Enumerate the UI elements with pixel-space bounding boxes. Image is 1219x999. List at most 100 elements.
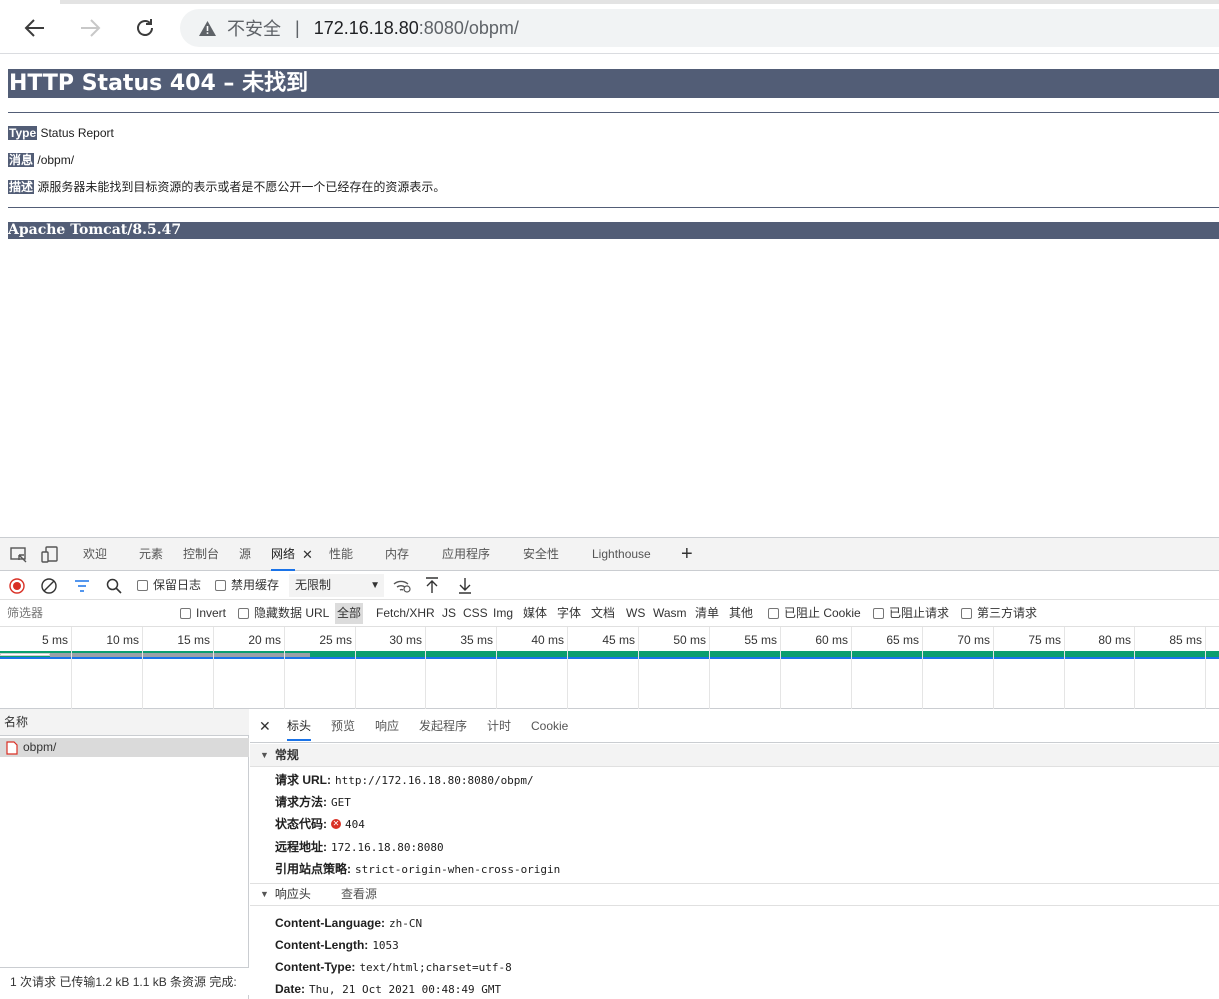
table-row[interactable]: obpm/ (0, 738, 249, 757)
blocked-requests-toggle[interactable]: 已阻止请求 (873, 600, 949, 627)
type-label: Type (8, 126, 38, 140)
back-button[interactable] (20, 13, 50, 43)
search-icon[interactable] (106, 578, 122, 594)
filter-type-css[interactable]: CSS (463, 600, 488, 627)
record-icon[interactable] (9, 578, 25, 594)
divider (8, 207, 1219, 208)
insecure-label[interactable]: 不安全 (227, 15, 281, 41)
filter-type-xhr[interactable]: Fetch/XHR (376, 600, 435, 627)
download-icon[interactable] (458, 577, 472, 594)
preserve-log-label: 保留日志 (153, 578, 202, 592)
response-header-row: Content-Type: text/html;charset=utf-8 (275, 959, 512, 976)
blocked-cookies-checkbox[interactable] (768, 608, 779, 619)
tab-application[interactable]: 应用程序 (442, 538, 490, 571)
add-tab-icon[interactable]: + (681, 538, 693, 571)
filter-type-ws[interactable]: WS (626, 600, 645, 627)
reload-button[interactable] (130, 13, 160, 43)
preserve-log-checkbox[interactable] (137, 580, 148, 591)
clear-icon[interactable] (41, 578, 57, 594)
third-party-checkbox[interactable] (961, 608, 972, 619)
warning-icon[interactable] (197, 18, 217, 38)
timeline-bar-queued (0, 653, 50, 656)
forward-button[interactable] (75, 13, 105, 43)
timeline-tick-label: 70 ms (957, 633, 990, 647)
tab-welcome[interactable]: 欢迎 (83, 538, 107, 571)
tab-security[interactable]: 安全性 (523, 538, 559, 571)
blocked-cookies-toggle[interactable]: 已阻止 Cookie (768, 600, 861, 627)
tab-preview[interactable]: 预览 (331, 709, 355, 743)
timeline-tick-label: 25 ms (319, 633, 352, 647)
message-label: 消息 (8, 153, 35, 167)
url-path[interactable]: :8080/obpm/ (419, 18, 519, 39)
response-headers-section-header[interactable]: ▼ 响应头 查看源 (250, 883, 1219, 906)
divider (8, 112, 1219, 113)
tab-response[interactable]: 响应 (375, 709, 399, 743)
tab-headers[interactable]: 标头 (287, 711, 312, 741)
device-toolbar-icon[interactable] (41, 546, 59, 564)
header-key: 状态代码: (275, 817, 327, 831)
tab-performance[interactable]: 性能 (329, 538, 353, 571)
network-overview-timeline[interactable]: 5 ms 10 ms 15 ms 20 ms 25 ms 30 ms 35 ms 40 ms 4… (0, 627, 1219, 709)
filter-input[interactable]: 筛选器 (2, 603, 167, 623)
tab-initiator[interactable]: 发起程序 (419, 709, 467, 743)
inspect-icon[interactable] (10, 546, 28, 564)
filter-type-manifest[interactable]: 清单 (695, 600, 719, 627)
address-bar[interactable]: 不安全 | 172.16.18.80:8080/obpm/ (180, 9, 1219, 47)
header-value: http://172.16.18.80:8080/obpm/ (335, 774, 534, 787)
close-tab-icon[interactable]: ✕ (302, 538, 313, 571)
header-key: 远程地址: (275, 840, 327, 854)
tab-lighthouse[interactable]: Lighthouse (592, 538, 651, 571)
invert-toggle[interactable]: Invert (180, 600, 226, 627)
network-conditions-icon[interactable] (393, 579, 411, 593)
filter-bar: 筛选器 Invert 隐藏数据 URL 全部 Fetch/XHR JS CSS … (0, 600, 1219, 627)
header-value: text/html;charset=utf-8 (359, 961, 512, 974)
type-value: Status Report (40, 126, 114, 140)
tab-sources[interactable]: 源 (239, 538, 251, 571)
filter-type-media[interactable]: 媒体 (523, 600, 547, 627)
general-section-header[interactable]: ▼ 常规 (250, 744, 1219, 767)
hide-data-url-toggle[interactable]: 隐藏数据 URL (238, 600, 329, 627)
detail-tabbar: ✕ 标头 预览 响应 发起程序 计时 Cookie (250, 709, 1219, 743)
third-party-toggle[interactable]: 第三方请求 (961, 600, 1037, 627)
timeline-gridline (709, 627, 710, 709)
timeline-gridline (1205, 627, 1206, 709)
filter-icon[interactable] (74, 579, 90, 593)
disable-cache-checkbox[interactable] (215, 580, 226, 591)
blocked-requests-checkbox[interactable] (873, 608, 884, 619)
throttle-select[interactable]: 无限制 ▼ (289, 574, 384, 597)
request-detail: ✕ 标头 预览 响应 发起程序 计时 Cookie ▼ 常规 请求 URL: ht… (250, 709, 1219, 999)
disable-cache-toggle[interactable]: 禁用缓存 (215, 571, 279, 600)
filter-type-other[interactable]: 其他 (729, 600, 753, 627)
timeline-gridline (355, 627, 356, 709)
general-row: 远程地址: 172.16.18.80:8080 (275, 839, 444, 856)
tab-elements[interactable]: 元素 (139, 538, 163, 571)
filter-type-all[interactable]: 全部 (335, 603, 364, 624)
view-source-link[interactable]: 查看源 (341, 883, 377, 906)
timeline-tick-label: 75 ms (1028, 633, 1061, 647)
close-icon[interactable]: ✕ (259, 709, 271, 743)
invert-checkbox[interactable] (180, 608, 191, 619)
timeline-gridline (638, 627, 639, 709)
filter-type-doc[interactable]: 文档 (591, 600, 615, 627)
tab-cookies[interactable]: Cookie (531, 709, 568, 743)
tab-network[interactable]: 网络 (271, 538, 296, 571)
tab-timing[interactable]: 计时 (487, 709, 511, 743)
filter-type-font[interactable]: 字体 (557, 600, 581, 627)
upload-icon[interactable] (425, 577, 439, 594)
disable-cache-label: 禁用缓存 (231, 578, 280, 592)
tab-console[interactable]: 控制台 (183, 538, 219, 571)
triangle-down-icon: ▼ (260, 889, 269, 899)
hide-data-url-checkbox[interactable] (238, 608, 249, 619)
filter-type-js[interactable]: JS (442, 600, 456, 627)
timeline-tick-label: 85 ms (1169, 633, 1202, 647)
tab-memory[interactable]: 内存 (385, 538, 409, 571)
preserve-log-toggle[interactable]: 保留日志 (137, 571, 201, 600)
network-summary: 1 次请求 已传输1.2 kB 1.1 kB 条资源 完成: (0, 967, 249, 995)
description-line: 描述 源服务器未能找到目标资源的表示或者是不愿公开一个已经存在的资源表示。 (8, 179, 445, 195)
url-host[interactable]: 172.16.18.80 (314, 18, 419, 39)
column-header-name[interactable]: 名称 (0, 709, 249, 736)
filter-type-wasm[interactable]: Wasm (653, 600, 687, 627)
type-line: Type Status Report (8, 125, 114, 141)
filter-type-img[interactable]: Img (493, 600, 513, 627)
arrow-left-icon (24, 19, 44, 37)
